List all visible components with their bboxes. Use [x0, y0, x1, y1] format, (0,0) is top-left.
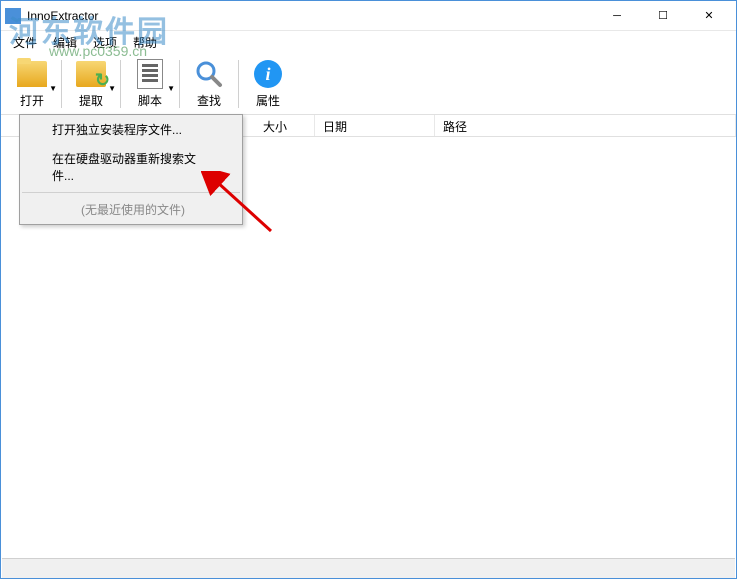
menu-search-hdd[interactable]: 在在硬盘驱动器重新搜索文件...	[20, 144, 242, 190]
menu-file[interactable]: 文件	[5, 32, 45, 53]
close-button[interactable]: ✕	[686, 2, 732, 30]
chevron-down-icon: ▼	[49, 84, 57, 93]
column-path[interactable]: 路径	[435, 115, 736, 136]
open-dropdown-menu: 打开独立安装程序文件... 在在硬盘驱动器重新搜索文件... (无最近使用的文件…	[19, 114, 243, 225]
column-size[interactable]: 大小	[255, 115, 315, 136]
separator	[61, 60, 62, 108]
menu-open-standalone[interactable]: 打开独立安装程序文件...	[20, 115, 242, 144]
titlebar: InnoExtractor ─ ☐ ✕	[1, 1, 736, 31]
statusbar	[2, 558, 735, 578]
maximize-button[interactable]: ☐	[640, 2, 686, 30]
column-date[interactable]: 日期	[315, 115, 435, 136]
properties-button[interactable]: i 属性	[245, 56, 291, 111]
window-controls: ─ ☐ ✕	[594, 2, 732, 30]
menu-options[interactable]: 选项	[85, 32, 125, 53]
app-icon	[5, 8, 21, 24]
folder-extract-icon	[75, 58, 107, 90]
script-icon	[134, 58, 166, 90]
open-button[interactable]: 打开 ▼	[9, 56, 55, 111]
find-button[interactable]: 查找	[186, 56, 232, 111]
menu-no-recent: (无最近使用的文件)	[20, 195, 242, 224]
toolbar: 打开 ▼ 提取 ▼ 脚本 ▼ 查找 i 属性	[1, 53, 736, 115]
separator	[179, 60, 180, 108]
open-label: 打开	[20, 92, 44, 109]
chevron-down-icon: ▼	[167, 84, 175, 93]
menu-help[interactable]: 帮助	[125, 32, 165, 53]
window-title: InnoExtractor	[27, 9, 594, 23]
separator	[22, 192, 240, 193]
search-icon	[193, 58, 225, 90]
script-label: 脚本	[138, 92, 162, 109]
extract-label: 提取	[79, 92, 103, 109]
extract-button[interactable]: 提取 ▼	[68, 56, 114, 111]
menubar: 文件 编辑 选项 帮助	[1, 31, 736, 53]
find-label: 查找	[197, 92, 221, 109]
properties-label: 属性	[256, 92, 280, 109]
info-icon: i	[252, 58, 284, 90]
menu-edit[interactable]: 编辑	[45, 32, 85, 53]
separator	[238, 60, 239, 108]
script-button[interactable]: 脚本 ▼	[127, 56, 173, 111]
chevron-down-icon: ▼	[108, 84, 116, 93]
separator	[120, 60, 121, 108]
folder-open-icon	[16, 58, 48, 90]
minimize-button[interactable]: ─	[594, 2, 640, 30]
